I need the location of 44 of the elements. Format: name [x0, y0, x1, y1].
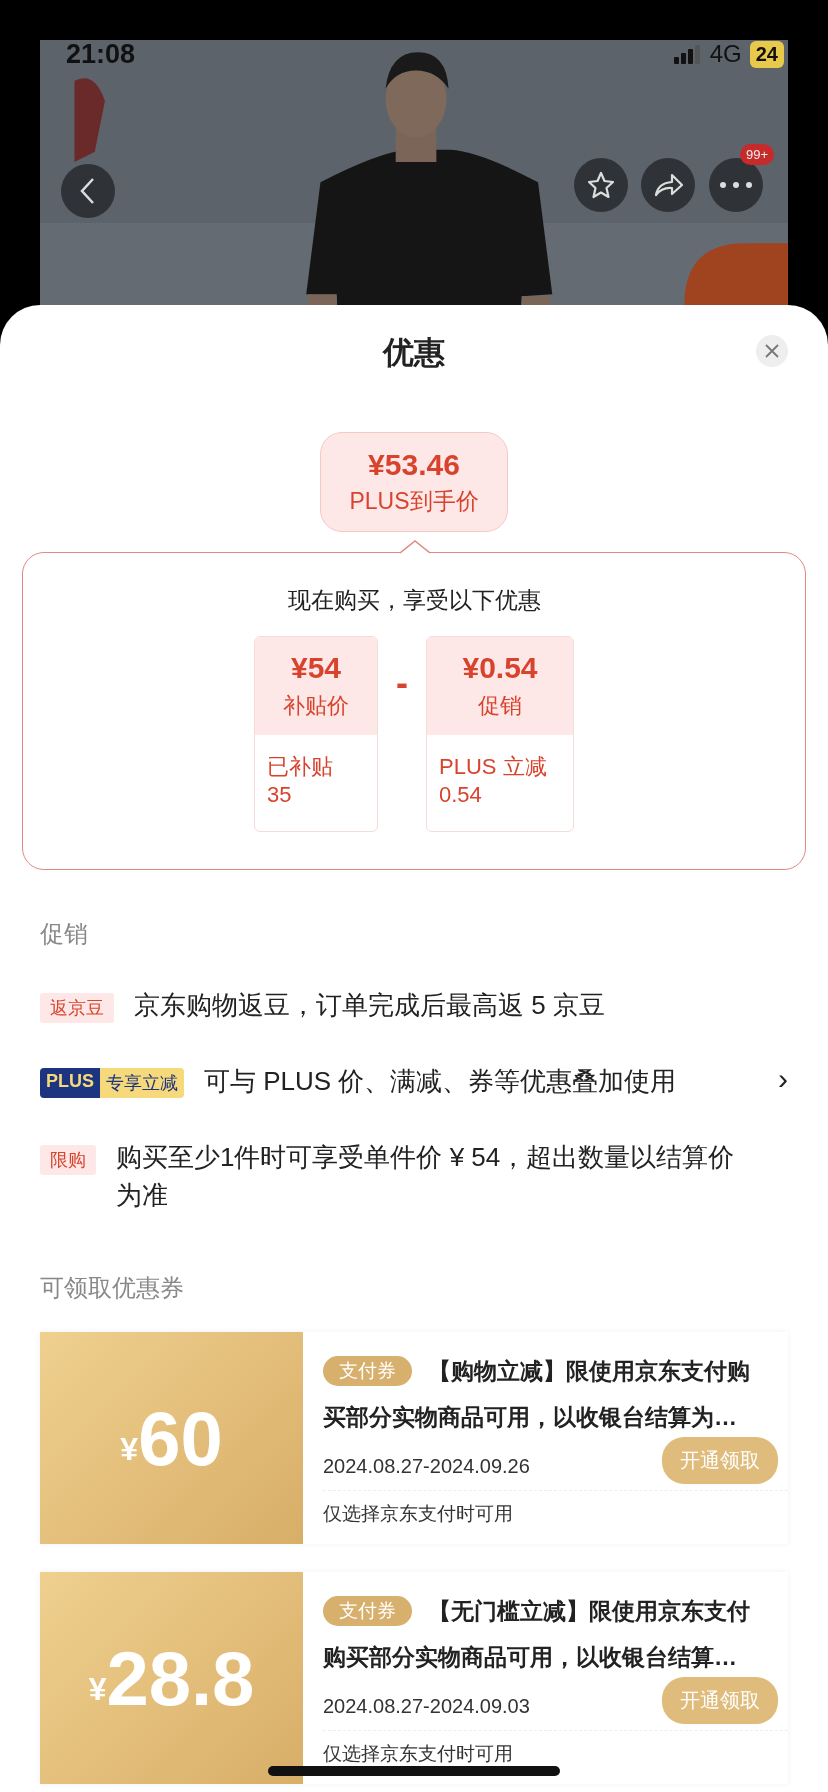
final-price-label: PLUS到手价 [349, 486, 479, 516]
promo-tag: 限购 [40, 1145, 96, 1175]
chevron-icon[interactable]: › [778, 1062, 788, 1096]
more-icon [719, 181, 753, 189]
card-note: 0.54 [439, 781, 483, 809]
coupon-type-tag: 支付券 [323, 1356, 412, 1386]
card-amount: ¥54 [290, 651, 342, 685]
coupon-amount: 60 [138, 1394, 223, 1482]
minus-sign: - [396, 662, 408, 704]
sheet-title: 优惠 [383, 333, 445, 372]
close-button[interactable] [756, 335, 788, 367]
coupon-currency: ¥ [120, 1430, 139, 1468]
coupon-note: 仅选择京东支付时可用 [323, 1490, 788, 1527]
final-price: ¥53.46 [368, 447, 460, 482]
breakdown-heading: 现在购买，享受以下优惠 [287, 586, 541, 615]
coupon-type-tag: 支付券 [323, 1596, 412, 1626]
claim-button[interactable]: 开通领取 [662, 1436, 778, 1484]
promo-tag: 返京豆 [40, 993, 114, 1023]
claim-button[interactable]: 开通领取 [662, 1676, 778, 1724]
promo-text: 可与 PLUS 价、满减、券等优惠叠加使用 [204, 1065, 678, 1098]
coupon-amount: 28.8 [106, 1634, 255, 1722]
coupon-dates: 2024.08.27-2024.09.03 [323, 1694, 530, 1718]
card-note: 35 [267, 781, 293, 809]
close-icon [765, 344, 779, 358]
card-amount: ¥0.54 [462, 651, 538, 685]
section-heading: 可领取优惠券 [40, 1273, 184, 1303]
signal-icon [673, 44, 702, 64]
promo-text: 京东购物返豆，订单完成后最高返 5 京豆 [134, 989, 606, 1022]
coupon-dates: 2024.08.27-2024.09.26 [323, 1454, 530, 1478]
coupon-title: 【无门槛立减】限使用京东支付 [428, 1596, 750, 1626]
card-note: PLUS 立减 [439, 753, 548, 781]
star-icon [586, 170, 616, 200]
card-note: 已补贴 [267, 753, 334, 781]
share-icon [652, 171, 684, 199]
coupon-currency: ¥ [88, 1670, 107, 1708]
coupon-title: 【购物立减】限使用京东支付购 [428, 1356, 750, 1386]
coupon-title: 买部分实物商品可用，以收银台结算为… [323, 1403, 737, 1432]
network-label: 4G [709, 40, 742, 68]
coupon-title: 购买部分实物商品可用，以收银台结算… [323, 1643, 737, 1672]
card-label: 促销 [478, 692, 522, 720]
status-time: 21:08 [66, 38, 136, 70]
card-label: 补贴价 [283, 692, 349, 720]
promo-text: 购买至少1件时可享受单件价 ¥ 54，超出数量以结算价为准 [116, 1141, 736, 1212]
section-heading: 促销 [40, 919, 88, 949]
